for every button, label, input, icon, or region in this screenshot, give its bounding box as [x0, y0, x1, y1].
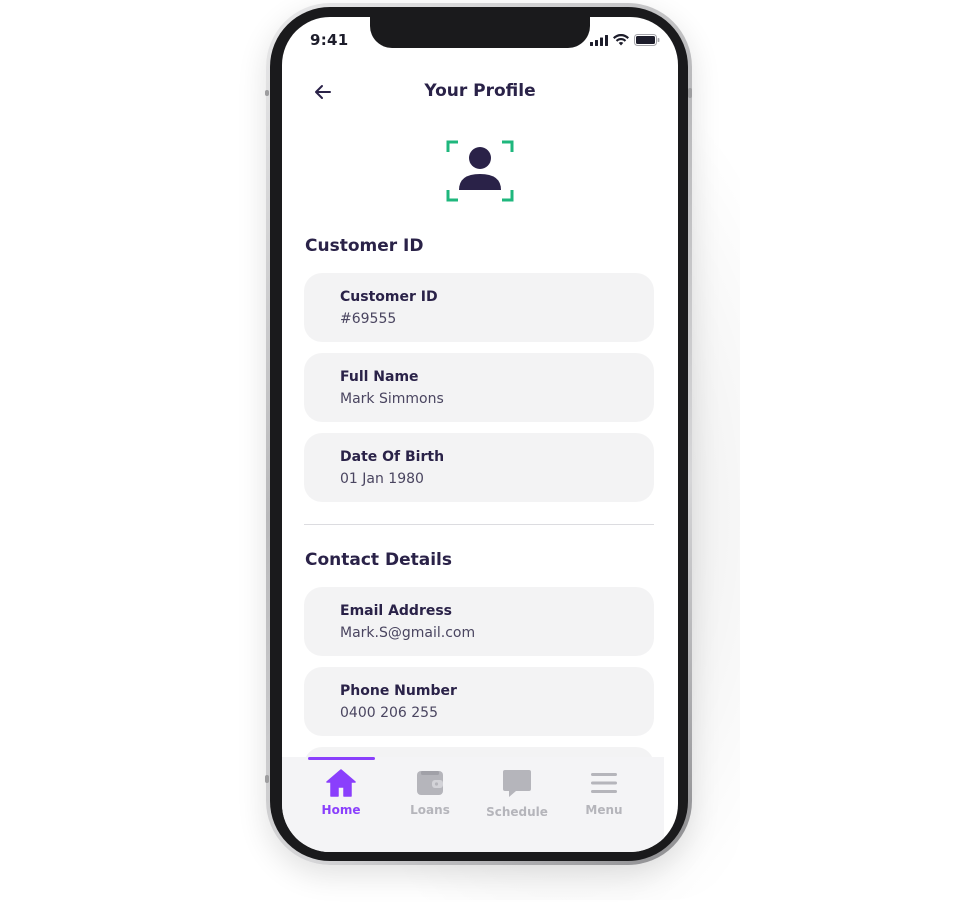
phone-mute-switch — [265, 90, 269, 96]
field-value: 0400 206 255 — [340, 705, 438, 721]
status-time: 9:41 — [310, 31, 349, 49]
page-title: Your Profile — [424, 81, 536, 101]
section-title-contact: Contact Details — [305, 550, 452, 570]
field-card-customer-id[interactable]: Customer ID #69555 — [304, 273, 654, 342]
status-icons — [590, 34, 660, 46]
tab-label: Schedule — [486, 805, 548, 819]
tab-label: Loans — [410, 803, 450, 817]
field-value: #69555 — [340, 311, 397, 327]
signal-icon — [590, 34, 608, 46]
field-label: Phone Number — [340, 683, 457, 699]
field-label: Customer ID — [340, 289, 438, 305]
profile-header: Your Profile — [282, 79, 678, 109]
tab-label: Menu — [585, 803, 623, 817]
menu-icon — [591, 773, 617, 793]
bottom-tab-bar: Home Loans Schedule Menu — [282, 757, 664, 852]
field-card-email[interactable]: Email Address Mark.S@gmail.com — [304, 587, 654, 656]
field-card-phone[interactable]: Phone Number 0400 206 255 — [304, 667, 654, 736]
field-value: Mark Simmons — [340, 391, 444, 407]
field-card-date-of-birth[interactable]: Date Of Birth 01 Jan 1980 — [304, 433, 654, 502]
tab-schedule[interactable]: Schedule — [474, 769, 560, 829]
field-value: 01 Jan 1980 — [340, 471, 424, 487]
chat-icon — [503, 770, 531, 797]
field-value: Mark.S@gmail.com — [340, 625, 476, 641]
field-card-full-name[interactable]: Full Name Mark Simmons — [304, 353, 654, 422]
section-divider — [304, 524, 654, 525]
section-title-customer: Customer ID — [305, 236, 424, 256]
avatar — [446, 140, 514, 202]
tab-label: Home — [321, 803, 361, 817]
field-label: Email Address — [340, 603, 453, 619]
phone-screen: 9:41 Your Profile Customer ID Customer I… — [282, 17, 678, 852]
phone-side-button — [688, 775, 692, 783]
home-icon — [326, 769, 356, 797]
notch — [370, 17, 590, 48]
tab-home[interactable]: Home — [298, 769, 384, 829]
user-scan-icon — [446, 140, 514, 202]
wallet-icon — [417, 771, 443, 795]
phone-power-button — [688, 88, 692, 98]
phone-volume-button — [265, 775, 269, 783]
wifi-icon — [613, 34, 629, 46]
battery-icon — [634, 34, 660, 46]
tab-loans[interactable]: Loans — [387, 769, 473, 829]
tab-menu[interactable]: Menu — [561, 769, 647, 829]
field-label: Full Name — [340, 369, 419, 385]
field-label: Date Of Birth — [340, 449, 445, 465]
active-tab-indicator — [308, 757, 375, 760]
